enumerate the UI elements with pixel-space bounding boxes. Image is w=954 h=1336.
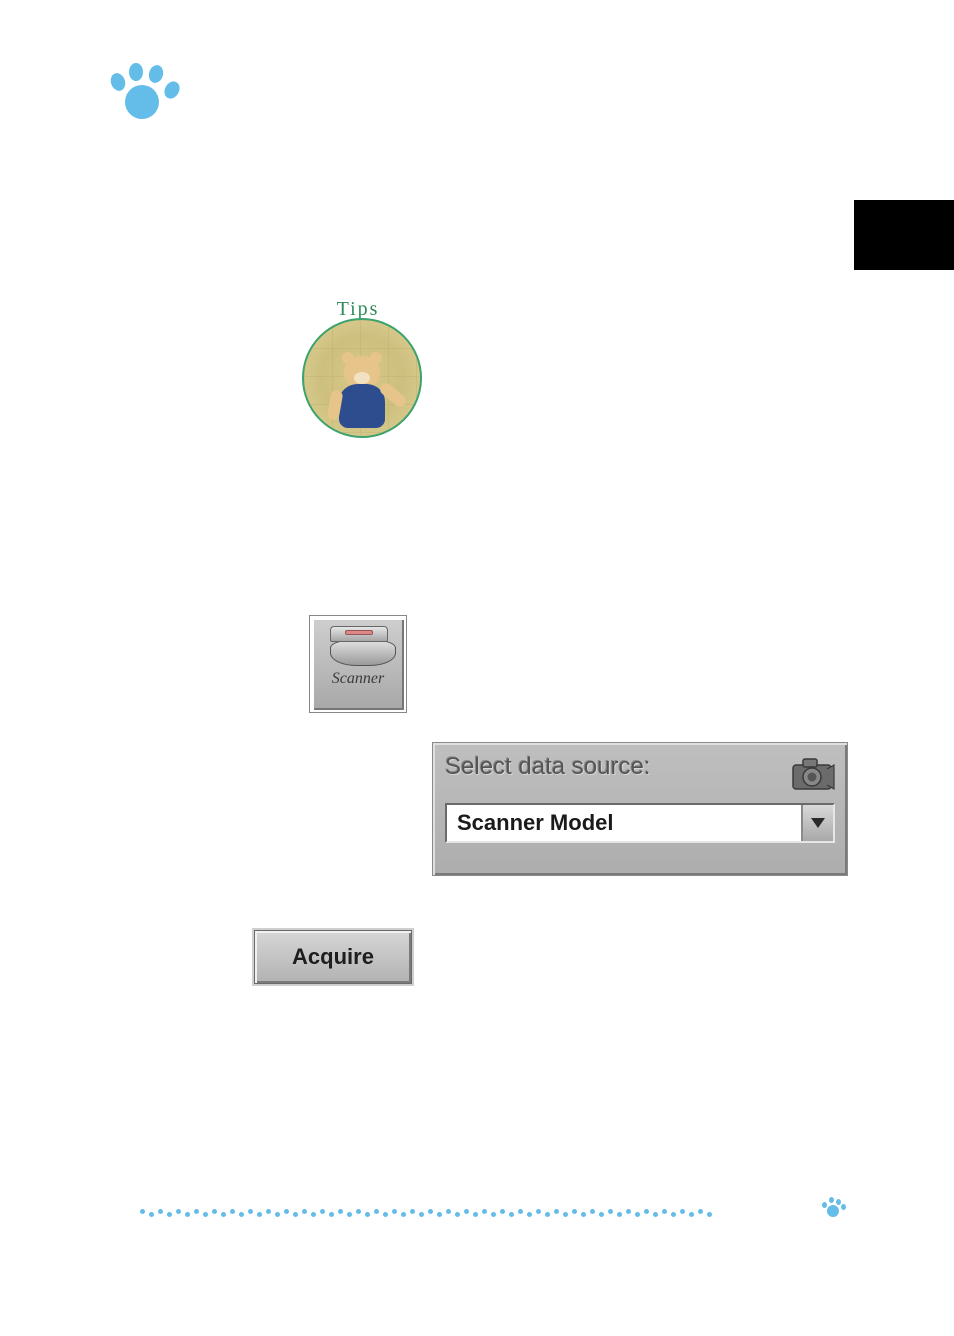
scanner-button[interactable]: Scanner bbox=[310, 616, 406, 712]
dotted-line bbox=[140, 1206, 810, 1214]
scanner-label: Scanner bbox=[312, 670, 404, 688]
tips-globe bbox=[302, 318, 422, 438]
document-page: Tips Scanner Select data source: bbox=[0, 0, 954, 1336]
page-footer-decoration bbox=[140, 1198, 844, 1222]
paw-icon bbox=[820, 1196, 844, 1218]
data-source-select[interactable]: Scanner Model bbox=[445, 803, 835, 843]
chevron-down-icon[interactable] bbox=[801, 805, 833, 841]
data-source-title: Select data source: bbox=[445, 753, 835, 781]
side-tab bbox=[854, 200, 954, 270]
scanner-icon bbox=[330, 626, 386, 666]
paw-icon bbox=[105, 55, 175, 125]
bear-figure bbox=[339, 356, 385, 428]
data-source-panel: Select data source: Scanner Model bbox=[432, 742, 848, 876]
acquire-button[interactable]: Acquire bbox=[254, 930, 412, 984]
camera-icon bbox=[789, 751, 835, 797]
acquire-label: Acquire bbox=[292, 944, 374, 970]
tips-icon: Tips bbox=[288, 300, 428, 450]
data-source-value: Scanner Model bbox=[457, 810, 613, 836]
